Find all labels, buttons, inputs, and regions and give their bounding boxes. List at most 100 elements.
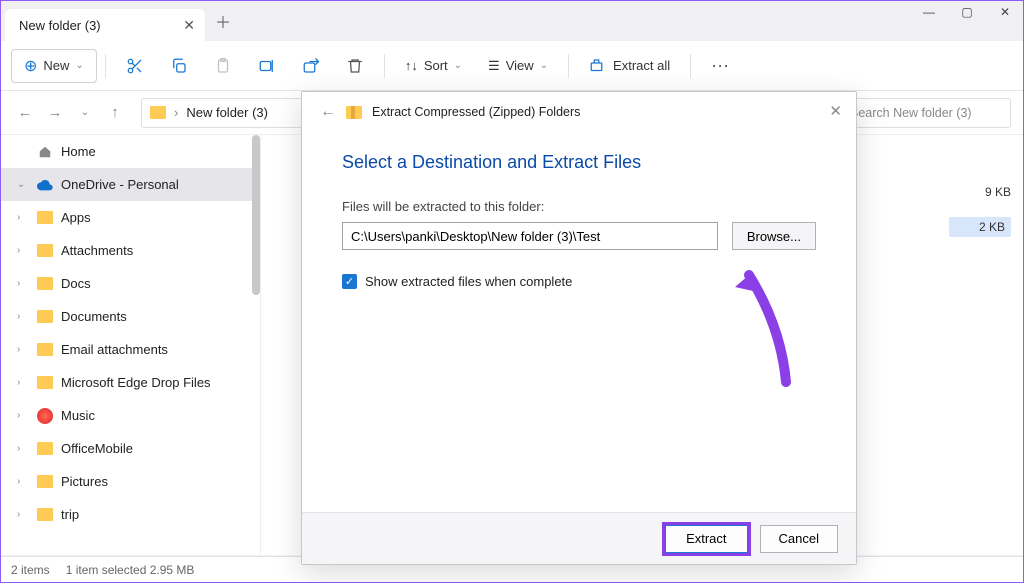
status-count: 2 items xyxy=(11,563,50,577)
new-button[interactable]: ⊕ New ⌄ xyxy=(11,49,97,83)
add-tab-icon[interactable]: ＋ xyxy=(215,9,231,33)
chevron-down-icon[interactable]: ⌄ xyxy=(73,107,97,118)
share-button[interactable] xyxy=(290,51,332,81)
show-extracted-checkbox[interactable]: ✓ Show extracted files when complete xyxy=(342,274,816,289)
toolbar: ⊕ New ⌄ ↑↓ Sort ⌄ ☰ View ⌄ Extract all ·… xyxy=(1,41,1023,91)
checkbox-icon: ✓ xyxy=(342,274,357,289)
sidebar-item[interactable]: › Attachments xyxy=(1,234,260,267)
sidebar-item[interactable]: › Apps xyxy=(1,201,260,234)
sidebar: Home ⌄ OneDrive - Personal › Apps › Attachm… xyxy=(1,135,261,555)
breadcrumb-segment: New folder (3) xyxy=(186,105,268,120)
sidebar-item-label: Documents xyxy=(61,309,127,324)
close-icon[interactable]: ✕ xyxy=(829,102,842,120)
share-icon xyxy=(302,57,320,75)
chevron-down-icon[interactable]: ⌄ xyxy=(17,179,29,190)
music-icon xyxy=(37,408,53,424)
folder-icon xyxy=(37,475,53,488)
back-icon[interactable]: ← xyxy=(13,104,37,121)
forward-icon[interactable]: → xyxy=(43,104,67,121)
sidebar-item-label: trip xyxy=(61,507,79,522)
minimize-icon[interactable]: — xyxy=(919,5,939,19)
back-icon[interactable]: ← xyxy=(320,103,336,121)
plus-icon: ⊕ xyxy=(24,56,37,76)
extract-button[interactable]: Extract xyxy=(665,525,747,553)
chevron-down-icon: ⌄ xyxy=(540,60,548,71)
scrollbar[interactable] xyxy=(252,135,260,295)
copy-button[interactable] xyxy=(158,51,200,81)
window-controls: — ▢ ✕ xyxy=(919,5,1015,19)
chevron-right-icon[interactable]: › xyxy=(17,410,29,421)
sidebar-onedrive[interactable]: ⌄ OneDrive - Personal xyxy=(1,168,260,201)
sidebar-item[interactable]: ›Docs xyxy=(1,267,260,300)
maximize-icon[interactable]: ▢ xyxy=(957,5,977,19)
sidebar-item-label: Microsoft Edge Drop Files xyxy=(61,375,211,390)
search-input[interactable]: Search New folder (3) xyxy=(841,98,1011,128)
sidebar-item[interactable]: ›Email attachments xyxy=(1,333,260,366)
sidebar-item[interactable]: › Documents xyxy=(1,300,260,333)
sidebar-item-label: Apps xyxy=(61,210,91,225)
extract-all-button[interactable]: Extract all xyxy=(577,51,682,81)
rename-button[interactable] xyxy=(246,51,288,81)
chevron-right-icon[interactable]: › xyxy=(17,344,29,355)
window-close-icon[interactable]: ✕ xyxy=(995,5,1015,19)
sidebar-item[interactable]: › Pictures xyxy=(1,465,260,498)
cloud-icon xyxy=(37,178,53,192)
sidebar-item[interactable]: › trip xyxy=(1,498,260,531)
tab[interactable]: New folder (3) ✕ xyxy=(5,9,205,41)
dialog-header: ← Extract Compressed (Zipped) Folders ✕ xyxy=(302,92,856,132)
dialog-heading: Select a Destination and Extract Files xyxy=(342,152,816,173)
delete-button[interactable] xyxy=(334,51,376,81)
sidebar-item[interactable]: › Microsoft Edge Drop Files xyxy=(1,366,260,399)
search-placeholder: Search New folder (3) xyxy=(850,106,972,120)
chevron-down-icon: ⌄ xyxy=(75,60,83,71)
trash-icon xyxy=(346,57,364,75)
sidebar-item-label: Attachments xyxy=(61,243,133,258)
scissors-icon xyxy=(126,57,144,75)
extract-icon xyxy=(589,57,607,75)
clipboard-icon xyxy=(214,57,232,75)
file-row[interactable]: 9 KB xyxy=(961,185,1011,199)
view-button[interactable]: ☰ View ⌄ xyxy=(476,52,560,80)
cancel-button[interactable]: Cancel xyxy=(760,525,838,553)
window-titlebar: New folder (3) ✕ ＋ — ▢ ✕ xyxy=(1,1,1023,41)
separator xyxy=(568,54,569,78)
folder-icon xyxy=(37,508,53,521)
status-selection: 1 item selected 2.95 MB xyxy=(66,563,195,577)
sidebar-home-label: Home xyxy=(61,144,96,159)
sidebar-item[interactable]: ›Music xyxy=(1,399,260,432)
path-row: Browse... xyxy=(342,222,816,250)
more-button[interactable]: ··· xyxy=(699,49,741,82)
checkbox-label: Show extracted files when complete xyxy=(365,274,572,289)
sort-button[interactable]: ↑↓ Sort ⌄ xyxy=(393,52,474,79)
sidebar-onedrive-label: OneDrive - Personal xyxy=(61,177,179,192)
sidebar-item-label: Pictures xyxy=(61,474,108,489)
list-icon: ☰ xyxy=(488,58,500,74)
paste-button[interactable] xyxy=(202,51,244,81)
sidebar-item[interactable]: ›OfficeMobile xyxy=(1,432,260,465)
sort-icon: ↑↓ xyxy=(405,58,418,73)
dialog-title-line: Extract Compressed (Zipped) Folders xyxy=(372,105,580,119)
chevron-right-icon[interactable]: › xyxy=(17,509,29,520)
chevron-right-icon[interactable]: › xyxy=(17,212,29,223)
extract-dialog: ← Extract Compressed (Zipped) Folders ✕ … xyxy=(301,91,857,565)
sidebar-home[interactable]: Home xyxy=(1,135,260,168)
zip-folder-icon xyxy=(346,106,362,119)
browse-button[interactable]: Browse... xyxy=(732,222,816,250)
chevron-right-icon[interactable]: › xyxy=(17,443,29,454)
folder-icon xyxy=(37,442,53,455)
view-label: View xyxy=(506,58,534,73)
up-icon[interactable]: ↑ xyxy=(103,104,127,121)
chevron-right-icon[interactable]: › xyxy=(17,278,29,289)
chevron-right-icon[interactable]: › xyxy=(17,311,29,322)
dialog-footer: Extract Cancel xyxy=(302,512,856,564)
chevron-right-icon[interactable]: › xyxy=(17,476,29,487)
file-row[interactable]: 2 KB xyxy=(949,217,1011,237)
folder-icon xyxy=(150,106,166,119)
chevron-right-icon: › xyxy=(174,105,178,120)
separator xyxy=(690,54,691,78)
close-icon[interactable]: ✕ xyxy=(183,17,195,34)
chevron-right-icon[interactable]: › xyxy=(17,377,29,388)
extract-path-input[interactable] xyxy=(342,222,718,250)
chevron-right-icon[interactable]: › xyxy=(17,245,29,256)
cut-button[interactable] xyxy=(114,51,156,81)
